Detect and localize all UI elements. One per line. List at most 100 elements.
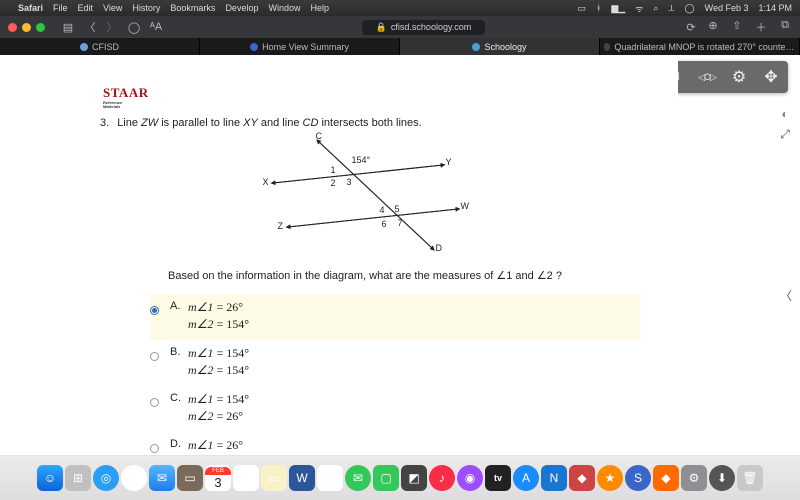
dock-downloads[interactable]: ⬇ [709,465,735,491]
close-window[interactable] [8,23,17,32]
dock-reminders[interactable]: ≣ [233,465,259,491]
battery-icon[interactable]: ▆▁ [611,3,625,14]
tabs-icon[interactable]: ⧉ [778,19,792,35]
lock-icon: 🔒 [376,22,387,33]
tab-schoology[interactable]: Schoology [400,38,600,55]
dock-music[interactable]: ♪ [429,465,455,491]
question-text: Line ZW is parallel to line XY and line … [117,117,640,129]
radio-button[interactable] [150,398,159,407]
answer-label: C. [170,392,181,404]
dock-settings[interactable]: ⚙ [681,465,707,491]
share-icon[interactable]: ⇧ [730,19,744,35]
dock-calendar[interactable]: FEB3 [205,465,231,491]
menubar-item[interactable]: File [53,3,68,13]
collapse-icon[interactable]: 〈 [780,287,792,304]
dock-nb[interactable]: ◆ [569,465,595,491]
dock-word[interactable]: W [289,465,315,491]
favicon [604,43,610,51]
radio-button[interactable] [150,444,159,453]
dock-schoology[interactable]: S [625,465,651,491]
wifi-icon[interactable]: ᯤ [635,2,643,15]
answer-c[interactable]: C. m∠1 = 154° m∠2 = 26° [150,386,640,432]
forward-icon[interactable]: 〉 [105,19,119,35]
control-center-icon[interactable]: ⟂ [669,3,675,14]
answer-line1: m∠1 = 154° [188,392,640,407]
browser-toolbar: ▤ 〈 〉 ◯ ᴬA 🔒 cfisd.schoology.com ⟳ ⊕ ⇧ ＋… [0,16,800,38]
menubar-item[interactable]: History [132,3,160,13]
dock-facetime[interactable]: ▢ [373,465,399,491]
macos-menubar: Safari File Edit View History Bookmarks … [0,0,800,16]
maximize-window[interactable] [36,23,45,32]
menubar-item[interactable]: View [103,3,122,13]
menubar-item[interactable]: Help [310,3,329,13]
search-icon[interactable]: ⌕ [653,3,658,14]
dock-safari[interactable]: ◎ [93,465,119,491]
dock-swift[interactable]: ◆ [653,465,679,491]
dock-screenshot[interactable]: ◩ [401,465,427,491]
info-icon[interactable]: ◐ [774,107,796,121]
menubar-item[interactable]: Develop [225,3,258,13]
tab-quadrilateral[interactable]: Quadrilateral MNOP is rotated 270° count… [600,38,800,55]
figure-angle-3: 3 [347,177,352,187]
dock-finder[interactable]: ☺ [37,465,63,491]
address-bar[interactable]: 🔒 cfisd.schoology.com [171,20,676,35]
page-content: POSSI › ☝ ▶ ❚❚ ■ ◁O▷ ⚙ ✥ STAAR Reference… [0,55,800,455]
radio-button[interactable] [150,352,159,361]
dock-podcasts[interactable]: ◉ [457,465,483,491]
question-block: 3. Line ZW is parallel to line XY and li… [100,117,640,455]
answer-line2: m∠2 = 154° [188,317,640,332]
menubar-item[interactable]: Bookmarks [170,3,215,13]
dock-photos[interactable]: ✿ [317,465,343,491]
tab-cfisd[interactable]: CFISD [0,38,200,55]
menubar-app[interactable]: Safari [18,3,43,13]
dock-chrome[interactable]: ◉ [121,465,147,491]
back-icon[interactable]: 〈 [83,19,97,35]
address-text: cfisd.schoology.com [391,22,471,32]
dock-contacts[interactable]: ▭ [177,465,203,491]
dock-launchpad[interactable]: ⊞ [65,465,91,491]
figure-label-z: Z [278,221,284,231]
answer-a[interactable]: A. m∠1 = 26° m∠2 = 154° [150,294,640,340]
answer-b[interactable]: B. m∠1 = 154° m∠2 = 154° [150,340,640,386]
move-icon[interactable]: ✥ [760,67,782,87]
dock-notes[interactable]: ▭ [261,465,287,491]
bluetooth-icon[interactable]: ᚼ [596,3,601,13]
radio-button[interactable] [150,306,159,315]
reload-icon[interactable]: ⟳ [684,21,698,34]
siri-icon[interactable]: ◯ [685,3,695,14]
figure-angle-5: 5 [395,204,400,214]
answer-label: A. [170,300,180,312]
dock-nearpod[interactable]: N [541,465,567,491]
figure-label-c: C [316,131,323,141]
expand-icon[interactable]: ⤢ [774,127,796,142]
staar-logo[interactable]: STAAR Reference Materials [103,85,149,109]
figure-label-x: X [263,177,269,187]
clock-date[interactable]: Wed Feb 3 [705,3,749,13]
question-prompt: Based on the information in the diagram,… [168,269,640,282]
dock-tv[interactable]: tv [485,465,511,491]
answer-d[interactable]: D. m∠1 = 26° m∠2 = 26° [150,432,640,455]
figure-angle-4: 4 [380,205,385,215]
clock-time[interactable]: 1:14 PM [758,3,792,13]
minimize-window[interactable] [22,23,31,32]
answers-list: A. m∠1 = 26° m∠2 = 154° B. m∠1 = 154° m∠… [150,294,640,455]
sidebar-icon[interactable]: ▤ [61,21,75,34]
assessment-panel: STAAR Reference Materials 3. Line ZW is … [58,55,678,455]
dock-mail[interactable]: ✉ [149,465,175,491]
download-icon[interactable]: ⊕ [706,19,720,35]
speed-icon[interactable]: ◁O▷ [696,72,718,83]
sidebar-tools: ◐ ⤢ [774,107,796,148]
dock-messages[interactable]: ✉ [345,465,371,491]
dock-appstore[interactable]: A [513,465,539,491]
shield-icon[interactable]: ◯ [127,21,141,34]
menubar-item[interactable]: Edit [78,3,94,13]
dock-trash[interactable]: 🗑 [737,465,763,491]
new-tab-icon[interactable]: ＋ [754,19,768,35]
video-icon[interactable]: ▭ [577,3,586,14]
tab-home-view[interactable]: Home View Summary [200,38,400,55]
menubar-item[interactable]: Window [268,3,300,13]
dock-star[interactable]: ★ [597,465,623,491]
gear-icon[interactable]: ⚙ [728,67,750,87]
text-size-icon[interactable]: ᴬA [149,21,163,33]
figure-angle-2: 2 [331,178,336,188]
